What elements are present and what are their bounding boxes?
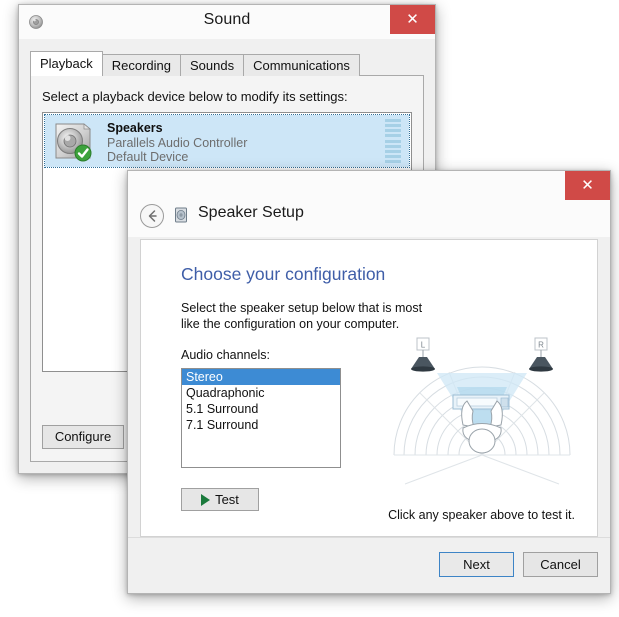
list-item[interactable]: Speakers Parallels Audio Controller Defa…	[44, 114, 410, 168]
setup-content-panel: Choose your configuration Select the spe…	[140, 239, 598, 537]
test-button-label: Test	[215, 492, 239, 507]
volume-meter	[385, 119, 401, 163]
list-item-quadraphonic[interactable]: Quadraphonic	[182, 385, 340, 401]
back-icon[interactable]	[140, 204, 164, 228]
right-speaker: R	[529, 337, 553, 372]
page-title: Speaker Setup	[198, 204, 304, 221]
configure-button[interactable]: Configure	[42, 425, 124, 449]
close-icon[interactable]: ✕	[565, 171, 610, 200]
sound-titlebar: Sound ✕	[19, 5, 435, 39]
list-item-stereo[interactable]: Stereo	[182, 369, 340, 385]
speaker-setup-dialog: ✕ Speaker Setup Choose your configuratio…	[127, 170, 611, 594]
speaker-device-icon	[51, 120, 95, 162]
device-name: Speakers	[107, 121, 163, 135]
speaker-layout-diagram[interactable]: L R	[377, 295, 587, 495]
setup-footer: Next Cancel	[128, 537, 610, 593]
play-icon	[201, 494, 211, 506]
list-item-51-surround[interactable]: 5.1 Surround	[182, 401, 340, 417]
svg-text:R: R	[538, 341, 544, 350]
audio-channels-listbox[interactable]: Stereo Quadraphonic 5.1 Surround 7.1 Sur…	[181, 368, 341, 468]
audio-channels-label: Audio channels:	[181, 348, 270, 362]
speaker-setup-icon	[173, 206, 191, 224]
tab-sounds[interactable]: Sounds	[180, 54, 245, 76]
device-driver: Parallels Audio Controller	[107, 136, 248, 150]
screen: Sound ✕ Playback Recording Sounds Commun…	[0, 0, 619, 617]
sound-tabs: Playback Recording Sounds Communications	[30, 51, 360, 76]
tab-communications[interactable]: Communications	[243, 54, 360, 76]
cancel-button[interactable]: Cancel	[523, 552, 598, 577]
svg-text:L: L	[421, 341, 426, 350]
device-status: Default Device	[107, 150, 189, 164]
setup-titlebar: ✕	[128, 171, 610, 200]
close-icon[interactable]: ✕	[390, 5, 435, 34]
next-button[interactable]: Next	[439, 552, 514, 577]
tab-playback[interactable]: Playback	[30, 51, 103, 76]
left-speaker: L	[411, 337, 435, 372]
sound-window-title: Sound	[203, 11, 251, 28]
panel-instruction: Select a playback device below to modify…	[42, 89, 348, 104]
setup-nav-row: Speaker Setup	[128, 200, 610, 237]
tab-recording[interactable]: Recording	[101, 54, 182, 76]
list-item-71-surround[interactable]: 7.1 Surround	[182, 417, 340, 433]
test-button[interactable]: Test	[181, 488, 259, 511]
choose-configuration-title: Choose your configuration	[181, 264, 386, 284]
click-speaker-hint: Click any speaker above to test it.	[388, 508, 575, 522]
